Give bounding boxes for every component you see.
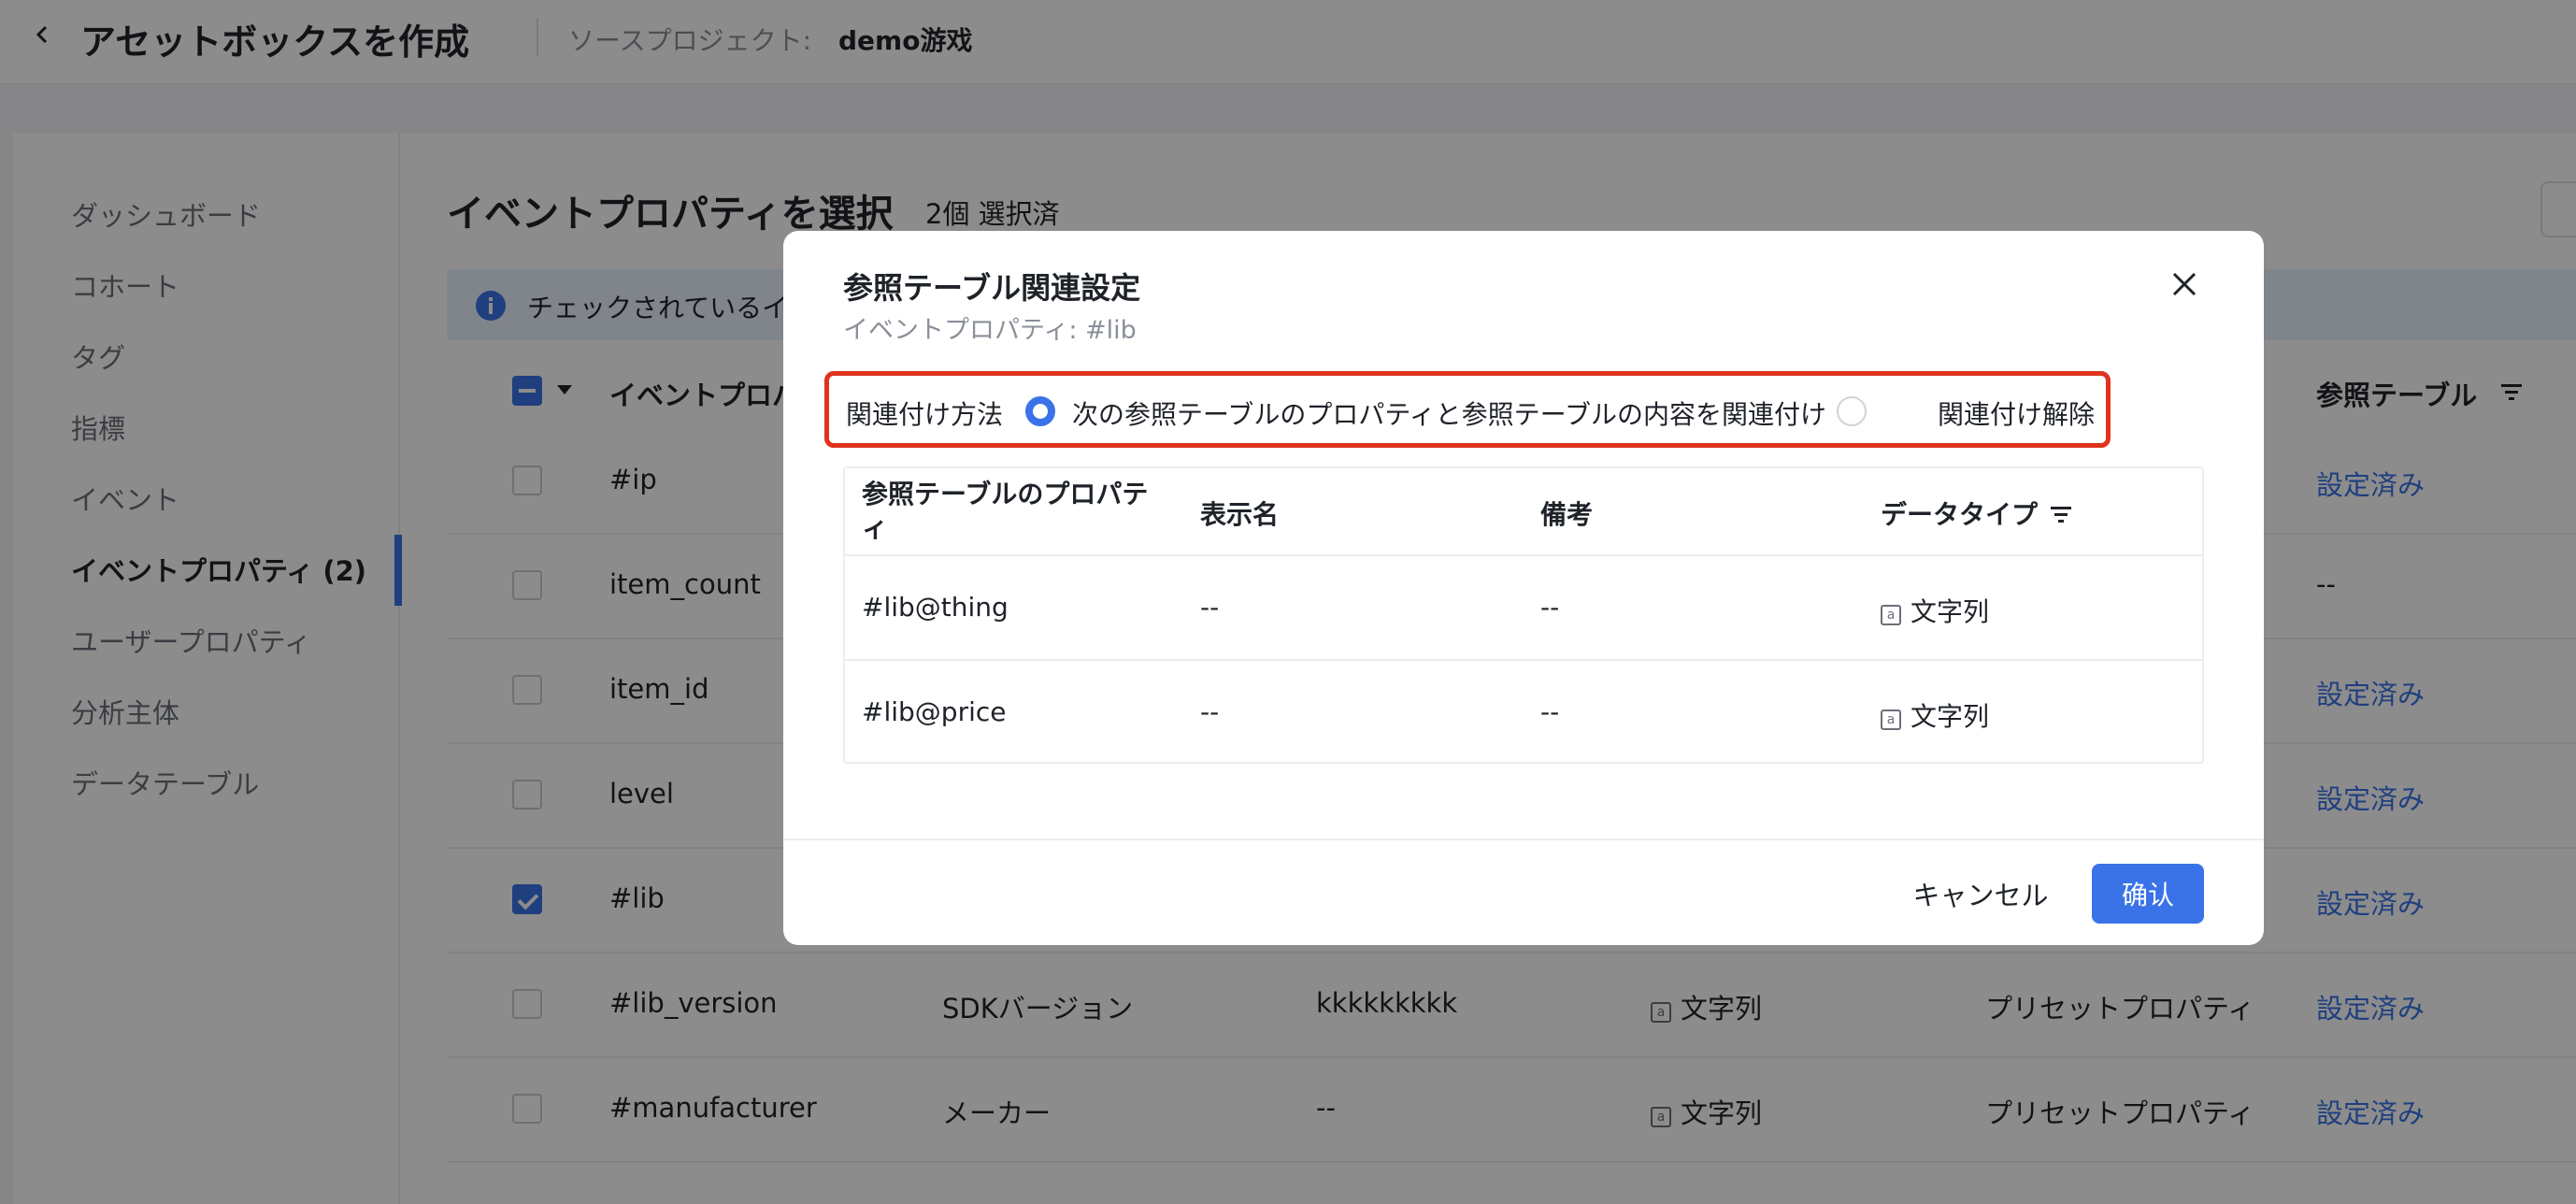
string-type-icon: a xyxy=(1881,710,1901,730)
reference-table-header: 参照テーブルのプロパティ 表示名 備考 データタイプ xyxy=(845,468,2202,556)
modal-title: 参照テーブル関連設定 xyxy=(843,270,1141,306)
table-row: #lib@thing -- -- a 文字列 xyxy=(845,556,2202,661)
modal-footer-divider xyxy=(783,838,2264,840)
cell-data-type: a 文字列 xyxy=(1881,592,1989,629)
cell-data-type-text: 文字列 xyxy=(1911,701,1990,732)
cell-display-name: -- xyxy=(1200,592,1220,623)
association-method-group: 関連付け方法 次の参照テーブルのプロパティと参照テーブルの内容を関連付け 関連付… xyxy=(824,371,2111,448)
radio-unlink-label[interactable]: 関連付け解除 xyxy=(1938,394,2095,432)
cell-reference-property: #lib@thing xyxy=(862,592,1009,623)
radio-unlink[interactable] xyxy=(1837,396,1867,426)
table-row: #lib@price -- -- a 文字列 xyxy=(845,661,2202,766)
reference-table-modal: 参照テーブル関連設定 イベントプロパティ: #lib 関連付け方法 次の参照テー… xyxy=(783,231,2264,945)
string-type-icon: a xyxy=(1881,605,1901,625)
filter-icon[interactable] xyxy=(2051,506,2071,523)
header-note: 備考 xyxy=(1540,499,1594,530)
close-icon[interactable] xyxy=(2168,268,2200,300)
header-reference-property: 参照テーブルのプロパティ xyxy=(862,479,1149,543)
association-method-label: 関連付け方法 xyxy=(846,399,1004,430)
header-display-name: 表示名 xyxy=(1200,499,1280,530)
cell-reference-property: #lib@price xyxy=(862,696,1007,727)
modal-subtitle: イベントプロパティ: #lib xyxy=(843,316,1137,345)
cell-display-name: -- xyxy=(1200,696,1220,727)
confirm-button[interactable]: 确认 xyxy=(2092,864,2204,924)
cell-data-type: a 文字列 xyxy=(1881,696,1989,734)
cell-data-type-text: 文字列 xyxy=(1911,596,1990,627)
cell-note: -- xyxy=(1540,592,1560,623)
radio-associate-label[interactable]: 次の参照テーブルのプロパティと参照テーブルの内容を関連付け xyxy=(1072,394,1826,432)
radio-associate[interactable] xyxy=(1025,396,1055,426)
header-data-type: データタイプ xyxy=(1881,499,2039,530)
cancel-button[interactable]: キャンセル xyxy=(1892,864,2069,924)
reference-property-table: 参照テーブルのプロパティ 表示名 備考 データタイプ #lib@thing --… xyxy=(843,466,2204,764)
cell-note: -- xyxy=(1540,696,1560,727)
